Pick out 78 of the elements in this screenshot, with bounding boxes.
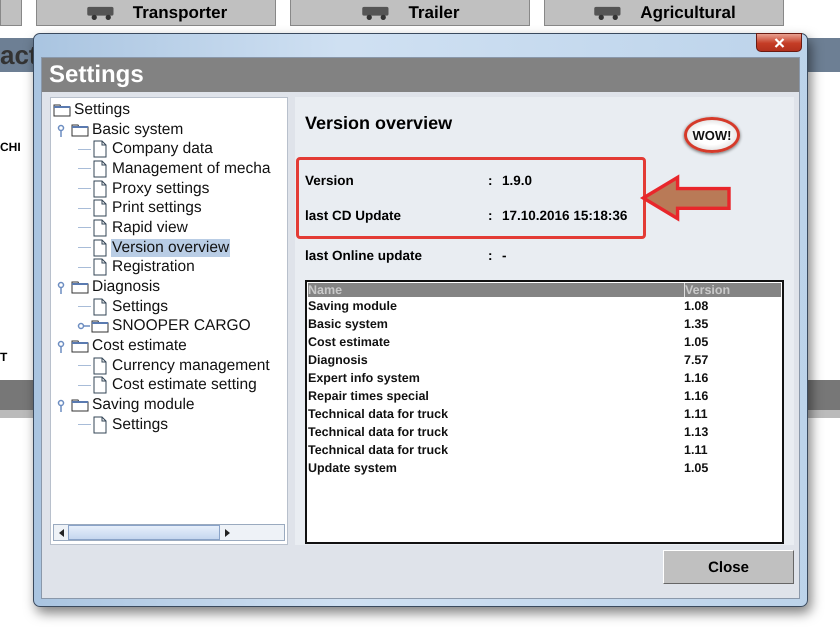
folder-icon (71, 398, 89, 412)
info-colon: : (488, 248, 494, 263)
info-colon: : (488, 173, 494, 188)
document-icon (93, 238, 107, 257)
tree-item[interactable]: Version overview (111, 238, 230, 257)
document-icon (93, 180, 107, 198)
table-cell-text: Technical data for truck (308, 442, 450, 459)
horizontal-scrollbar[interactable] (53, 524, 285, 541)
table-cell-text: Update system (308, 460, 398, 477)
table-cell-text: Diagnosis (308, 352, 369, 369)
document-icon (93, 416, 107, 434)
folder-icon (71, 280, 89, 294)
folder-icon (91, 319, 109, 334)
document-icon (93, 140, 107, 158)
info-colon: : (488, 208, 494, 223)
tree-item[interactable]: SNOOPER CARGO (111, 317, 252, 336)
tree-item[interactable]: Settings (73, 100, 132, 119)
info-label: last Online update (305, 248, 424, 263)
table-cell-text: 1.16 (684, 370, 710, 387)
tree-item[interactable]: Basic system (91, 120, 184, 139)
tree-item[interactable]: Currency management (111, 356, 271, 375)
document-icon (93, 376, 107, 394)
table-cell-text: Repair times special (308, 388, 430, 405)
vehicle-tab[interactable]: Trailer (290, 0, 530, 26)
table-cell-text: Expert info system (308, 370, 421, 387)
info-label: Version (305, 173, 355, 188)
table-cell-text: 1.16 (684, 388, 710, 405)
table-cell-text: Saving module (308, 298, 398, 315)
tree-item[interactable]: Company data (111, 140, 214, 158)
document-icon (93, 160, 107, 178)
tree-item[interactable]: Management of mecha (111, 160, 272, 178)
scroll-left-icon[interactable] (58, 528, 64, 536)
close-icon (774, 38, 784, 48)
table-cell-text: 1.11 (684, 406, 709, 423)
document-icon (93, 218, 107, 237)
folder-icon (71, 339, 89, 354)
info-label: last CD Update (305, 208, 402, 223)
document-icon (93, 356, 107, 375)
table-cell-text: Basic system (308, 316, 389, 333)
table-cell-text: Cost estimate (308, 334, 391, 351)
tree-item[interactable]: Saving module (91, 396, 196, 414)
tree-item[interactable]: Print settings (111, 199, 203, 218)
table-cell-text: Technical data for truck (308, 406, 450, 423)
document-icon (93, 258, 107, 276)
document-icon (93, 298, 107, 316)
background-text: CHI (0, 140, 21, 154)
close-button[interactable]: Close (663, 550, 794, 584)
tree-item[interactable]: Proxy settings (111, 180, 210, 198)
table-cell-text: 7.57 (684, 352, 710, 369)
logo-badge: WOW! (684, 117, 740, 153)
table-cell-text: 1.08 (684, 298, 710, 315)
table-cell-text: Technical data for truck (308, 424, 450, 441)
table-cell-text: 1.05 (684, 334, 710, 351)
table-cell-text: 1.13 (684, 424, 710, 441)
panel-title: Version overview (305, 113, 452, 134)
tree-item[interactable]: Diagnosis (91, 278, 162, 296)
info-value: 17.10.2016 15:18:36 (502, 208, 628, 223)
document-icon (93, 199, 107, 218)
tree-item[interactable]: Settings (111, 416, 170, 434)
vehicle-tab[interactable]: Agricultural (544, 0, 784, 26)
tree-item[interactable]: Rapid view (111, 218, 189, 237)
scroll-right-icon[interactable] (224, 528, 230, 536)
dialog-title: Settings (49, 61, 144, 89)
folder-icon (71, 122, 89, 137)
tree-item[interactable]: Cost estimate (91, 337, 188, 356)
table-cell-text: 1.05 (684, 460, 710, 477)
tab-edge (0, 0, 22, 26)
close-button[interactable] (756, 33, 802, 52)
background-text: T (0, 350, 8, 364)
info-value: 1.9.0 (502, 173, 532, 188)
table-cell-text: 1.35 (684, 316, 710, 333)
info-value: - (502, 248, 506, 263)
tree-item[interactable]: Registration (111, 258, 196, 276)
tree-item[interactable]: Cost estimate setting (111, 376, 258, 394)
tree-item[interactable]: Settings (111, 298, 170, 316)
vehicle-tab[interactable]: Transporter (36, 0, 276, 26)
folder-icon (53, 102, 71, 117)
table-cell-text: 1.11 (684, 442, 709, 459)
